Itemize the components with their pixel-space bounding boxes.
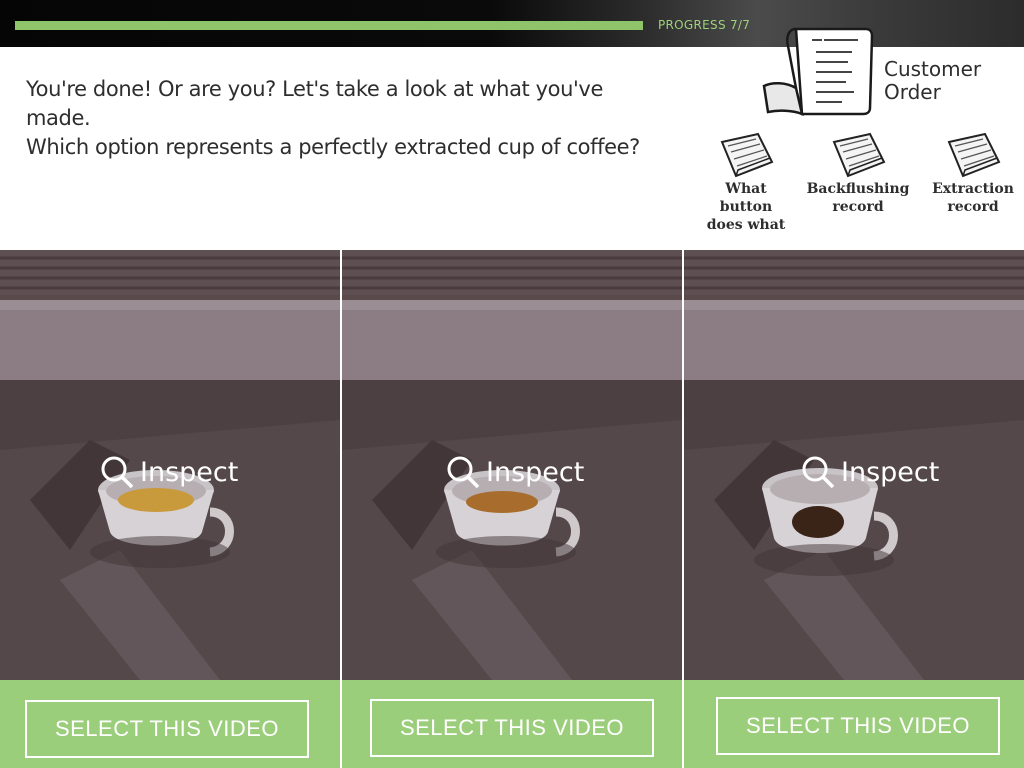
- receipt-icon[interactable]: [762, 26, 874, 116]
- question-line-1: You're done! Or are you? Let's take a lo…: [26, 77, 603, 130]
- video-footer-1: SELECT THIS VIDEO: [0, 680, 340, 768]
- doc-label-line-3: does what: [706, 217, 786, 233]
- customer-order-label[interactable]: Customer Order: [884, 58, 1014, 104]
- progress-label: PROGRESS 7/7: [658, 18, 751, 32]
- customer-order-line-2: Order: [884, 80, 941, 104]
- document-icon: [832, 132, 886, 178]
- doc-label-line-2: record: [832, 199, 884, 215]
- video-footer-2: SELECT THIS VIDEO: [342, 680, 682, 768]
- doc-label-line-1: What: [725, 181, 767, 197]
- question-text: You're done! Or are you? Let's take a lo…: [26, 75, 666, 162]
- doc-label-line-1: Extraction: [932, 181, 1014, 197]
- doc-label-line-2: button: [719, 199, 773, 215]
- coffee-surface: [466, 491, 538, 513]
- doc-extraction-record[interactable]: Extraction record: [918, 132, 1024, 216]
- inspect-button-1[interactable]: Inspect: [100, 452, 238, 492]
- doc-label-line-2: record: [947, 199, 999, 215]
- magnifier-icon: [802, 456, 835, 489]
- progress-bar-fill: [15, 21, 643, 30]
- coffee-surface: [792, 506, 844, 538]
- select-video-button-1[interactable]: SELECT THIS VIDEO: [25, 700, 309, 758]
- magnifier-icon: [101, 456, 134, 489]
- doc-backflushing-record[interactable]: Backflushing record: [803, 132, 913, 216]
- doc-label-line-1: Backflushing: [806, 181, 910, 197]
- inspect-button-3[interactable]: Inspect: [801, 452, 939, 492]
- video-footer-3: SELECT THIS VIDEO: [684, 680, 1024, 768]
- inspect-label: Inspect: [140, 456, 239, 488]
- select-video-button-2[interactable]: SELECT THIS VIDEO: [370, 699, 654, 757]
- progress-bar: [15, 21, 643, 30]
- select-video-button-3[interactable]: SELECT THIS VIDEO: [716, 697, 1000, 755]
- inspect-button-2[interactable]: Inspect: [446, 452, 584, 492]
- document-icon: [947, 132, 1001, 178]
- document-icon: [720, 132, 774, 178]
- magnifier-icon: [447, 456, 480, 489]
- customer-order-line-1: Customer: [884, 57, 982, 81]
- doc-what-button-does-what[interactable]: What button does what: [691, 132, 801, 234]
- question-line-2: Which option represents a perfectly extr…: [26, 135, 640, 159]
- inspect-label: Inspect: [486, 456, 585, 488]
- inspect-label: Inspect: [841, 456, 940, 488]
